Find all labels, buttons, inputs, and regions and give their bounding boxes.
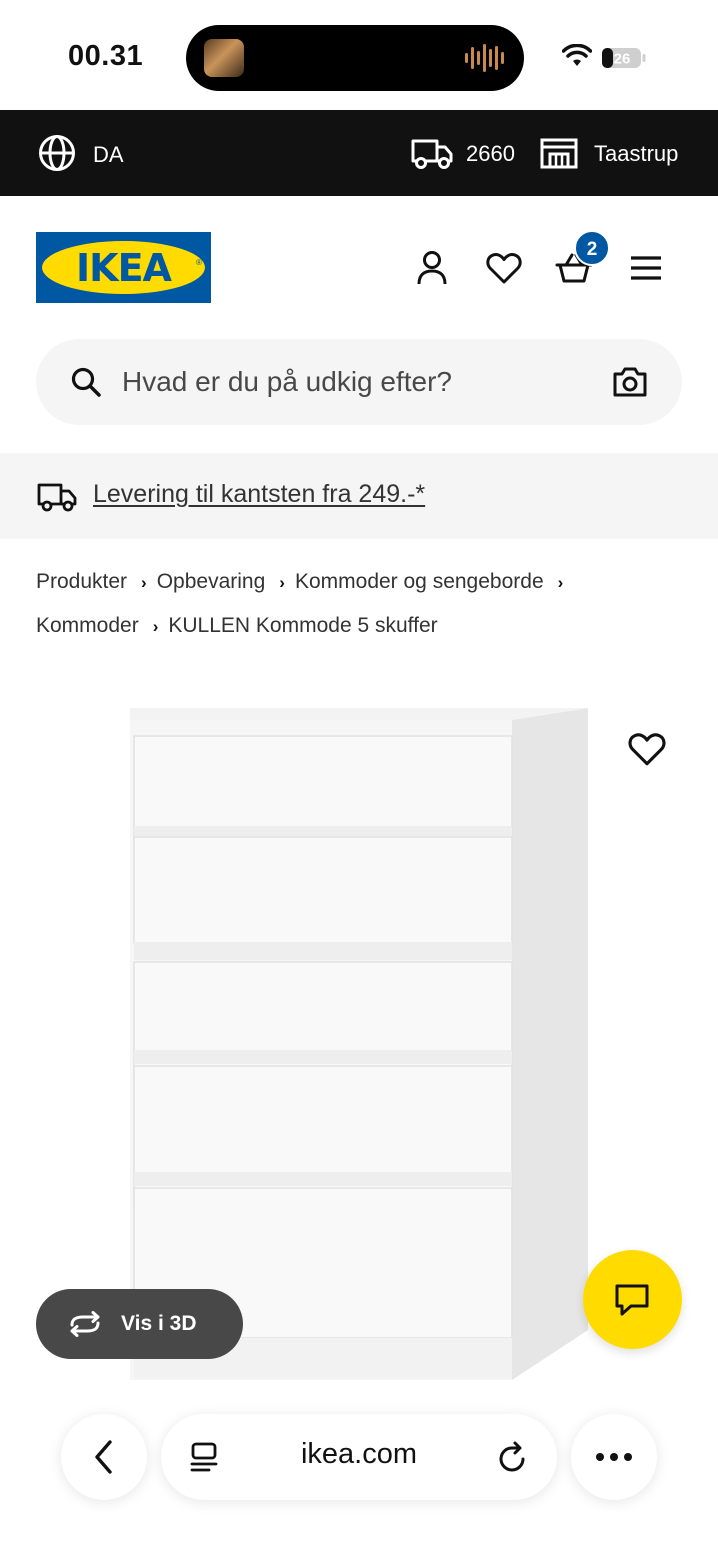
battery-level: 26 [614, 51, 631, 68]
now-playing-artwork [204, 39, 244, 77]
search-input[interactable] [122, 359, 592, 405]
breadcrumb-item[interactable]: Kommoder [36, 604, 139, 647]
ellipsis-icon [596, 1453, 632, 1461]
reload-icon[interactable] [497, 1439, 529, 1475]
chevron-right-icon: › [152, 617, 159, 636]
menu-icon[interactable] [626, 248, 666, 288]
url-text[interactable]: ikea.com [257, 1438, 461, 1471]
breadcrumb: Produkter › Opbevaring › Kommoder og sengebo… [36, 560, 682, 648]
back-button[interactable] [61, 1414, 147, 1500]
account-icon[interactable] [412, 248, 452, 288]
breadcrumb-item[interactable]: Produkter [36, 560, 127, 603]
status-time: 00.31 [68, 40, 144, 72]
cart-count-badge: 2 [574, 230, 610, 266]
audio-waveform-icon [465, 43, 504, 73]
chevron-right-icon: › [557, 573, 564, 592]
view-3d-button[interactable]: Vis i 3D [36, 1289, 243, 1359]
search-bar[interactable] [36, 339, 682, 425]
chat-button[interactable] [583, 1250, 682, 1349]
delivery-truck-icon [37, 483, 77, 512]
store-name[interactable]: Taastrup [594, 141, 678, 167]
chat-bubble-icon [615, 1284, 649, 1316]
logo-wordmark: IKEA [76, 246, 172, 290]
chevron-right-icon: › [279, 573, 285, 592]
browser-toolbar: ikea.com [0, 1380, 718, 1560]
wifi-icon [562, 44, 592, 66]
postal-code[interactable]: 2660 [466, 141, 515, 167]
chevron-right-icon: › [141, 573, 147, 592]
delivery-banner[interactable]: Levering til kantsten fra 249.-* [0, 453, 718, 539]
camera-search-icon[interactable] [612, 365, 648, 399]
store-topbar: DA 2660 Taastrup [0, 110, 718, 196]
heart-icon[interactable] [626, 728, 668, 770]
battery-icon: 26 [602, 48, 646, 68]
dynamic-island[interactable] [186, 25, 524, 91]
chevron-left-icon [95, 1440, 112, 1474]
delivery-truck-icon[interactable] [410, 136, 454, 170]
language-selector[interactable]: DA [93, 142, 124, 168]
globe-icon[interactable] [38, 134, 76, 172]
store-icon[interactable] [539, 136, 579, 170]
status-bar: 00.31 26 [0, 0, 718, 110]
ikea-logo[interactable]: IKEA ® [36, 232, 211, 303]
rotate-3d-icon [70, 1311, 100, 1337]
address-bar[interactable]: ikea.com [161, 1414, 557, 1500]
site-header: IKEA ® 2 [0, 196, 718, 338]
more-options-button[interactable] [571, 1414, 657, 1500]
logo-registered-mark: ® [196, 258, 202, 267]
breadcrumb-item[interactable]: Opbevaring [157, 560, 266, 603]
heart-icon[interactable] [484, 248, 524, 288]
view-3d-label: Vis i 3D [121, 1312, 197, 1335]
delivery-banner-link[interactable]: Levering til kantsten fra 249.-* [93, 480, 425, 509]
breadcrumb-current: KULLEN Kommode 5 skuffer [168, 614, 438, 637]
breadcrumb-item[interactable]: Kommoder og sengeborde [295, 560, 544, 603]
search-icon [71, 367, 101, 397]
page-menu-icon[interactable] [189, 1441, 219, 1473]
